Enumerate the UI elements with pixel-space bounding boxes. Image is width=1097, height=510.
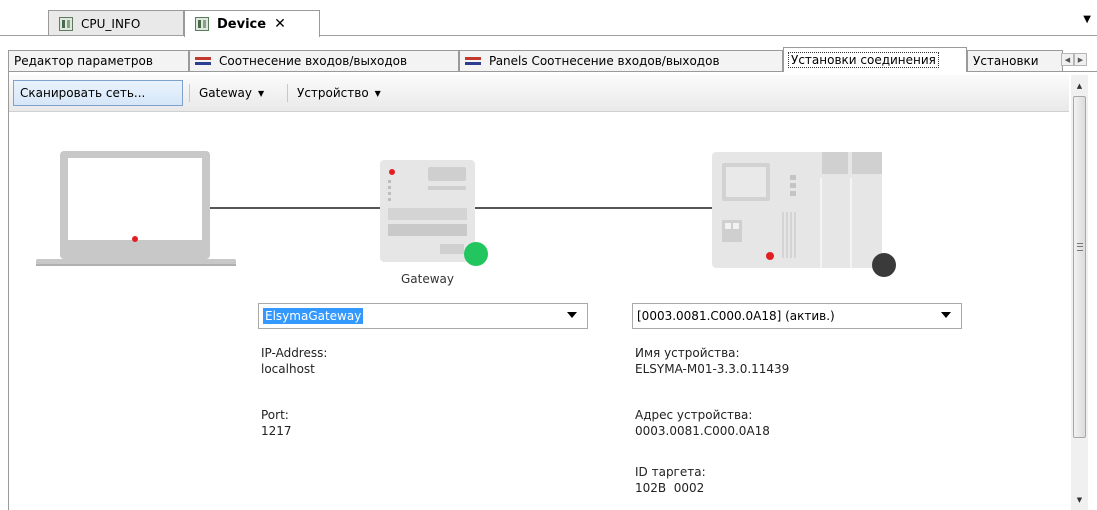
scroll-down-icon[interactable]: ▼ bbox=[1071, 491, 1088, 508]
scrollbar-thumb[interactable] bbox=[1073, 96, 1086, 438]
io-mapping-icon bbox=[465, 56, 481, 66]
document-tab-bar: CPU_INFO Device ✕ ▼ bbox=[0, 0, 1097, 37]
device-name-label: Имя устройства: bbox=[635, 346, 740, 360]
gateway-select-value: ElsymaGateway bbox=[263, 308, 364, 324]
tab-communication-settings[interactable]: Установки соединения bbox=[783, 47, 967, 72]
gateway-ip-label: IP-Address: bbox=[261, 346, 328, 360]
tab-label: Соотнесение входов/выходов bbox=[219, 54, 408, 68]
gateway-caption: Gateway bbox=[400, 272, 454, 286]
tab-io-mapping[interactable]: Соотнесение входов/выходов bbox=[189, 50, 459, 71]
device-name-value: ELSYMA-M01-3.3.0.11439 bbox=[635, 362, 790, 376]
vertical-scrollbar[interactable]: ▲ ▼ bbox=[1071, 75, 1088, 510]
tab-bar-divider bbox=[0, 35, 1097, 36]
toolbar-separator bbox=[189, 84, 190, 102]
device-address-label: Адрес устройства: bbox=[635, 408, 753, 422]
scan-network-label: Сканировать сеть... bbox=[20, 86, 146, 100]
gateway-ip-value: localhost bbox=[261, 362, 315, 376]
tab-label: Установки bbox=[973, 54, 1039, 68]
tab-cpu-info[interactable]: CPU_INFO bbox=[48, 10, 184, 36]
io-mapping-icon bbox=[195, 56, 211, 66]
grip-icon bbox=[1077, 243, 1083, 251]
editor-tab-bar: Редактор параметров Соотнесение входов/в… bbox=[8, 45, 1097, 72]
device-select[interactable]: [0003.0081.C000.0A18] (актив.) bbox=[632, 303, 962, 329]
chevron-down-icon: ▼ bbox=[374, 88, 381, 98]
gateway-port-label: Port: bbox=[261, 408, 289, 422]
tab-device-label: Device bbox=[217, 16, 267, 32]
toolbar-separator bbox=[287, 84, 288, 102]
device-icon bbox=[59, 16, 73, 31]
device-select-value: [0003.0081.C000.0A18] (актив.) bbox=[637, 309, 835, 323]
gateway-status-indicator bbox=[464, 242, 488, 266]
close-icon[interactable]: ✕ bbox=[274, 16, 286, 32]
device-address-value: 0003.0081.C000.0A18 bbox=[635, 424, 770, 438]
device-menu-label: Устройство bbox=[297, 86, 369, 100]
gateway-select[interactable]: ElsymaGateway bbox=[258, 303, 588, 329]
device-menu-button[interactable]: Устройство ▼ bbox=[291, 80, 387, 106]
scroll-up-icon[interactable]: ▲ bbox=[1071, 77, 1088, 94]
tab-settings[interactable]: Установки bbox=[967, 50, 1063, 71]
plc-device-icon[interactable] bbox=[712, 152, 882, 268]
computer-icon bbox=[36, 151, 236, 266]
device-icon bbox=[195, 17, 209, 31]
tab-device[interactable]: Device ✕ bbox=[184, 10, 320, 37]
target-id-label: ID таргета: bbox=[635, 465, 706, 479]
toolbar: Сканировать сеть... Gateway ▼ Устройство… bbox=[9, 75, 1069, 112]
dropdown-arrow-icon bbox=[941, 312, 951, 318]
content-border bbox=[8, 72, 9, 510]
tab-parameter-editor[interactable]: Редактор параметров bbox=[8, 50, 189, 71]
target-id-value: 102B 0002 bbox=[635, 481, 705, 495]
tab-panels-io-mapping[interactable]: Panels Соотнесение входов/выходов bbox=[459, 50, 783, 71]
tab-label: Panels Соотнесение входов/выходов bbox=[489, 54, 720, 68]
dropdown-arrow-icon bbox=[567, 312, 577, 318]
tab-label: Редактор параметров bbox=[14, 54, 153, 68]
scroll-right-icon[interactable]: ▶ bbox=[1074, 53, 1087, 66]
device-status-indicator bbox=[872, 253, 896, 277]
scroll-left-icon[interactable]: ◀ bbox=[1061, 53, 1074, 66]
tab-list-dropdown-icon[interactable]: ▼ bbox=[1083, 14, 1091, 25]
gateway-menu-label: Gateway bbox=[199, 86, 253, 100]
gateway-menu-button[interactable]: Gateway ▼ bbox=[193, 80, 270, 106]
chevron-down-icon: ▼ bbox=[258, 88, 265, 98]
tab-cpu-info-label: CPU_INFO bbox=[81, 16, 141, 31]
tab-scroll-buttons: ◀ ▶ bbox=[1061, 53, 1087, 66]
gateway-icon[interactable] bbox=[380, 160, 475, 262]
scan-network-button[interactable]: Сканировать сеть... bbox=[13, 80, 183, 106]
gateway-port-value: 1217 bbox=[261, 424, 292, 438]
tab-label: Установки соединения bbox=[788, 52, 939, 68]
